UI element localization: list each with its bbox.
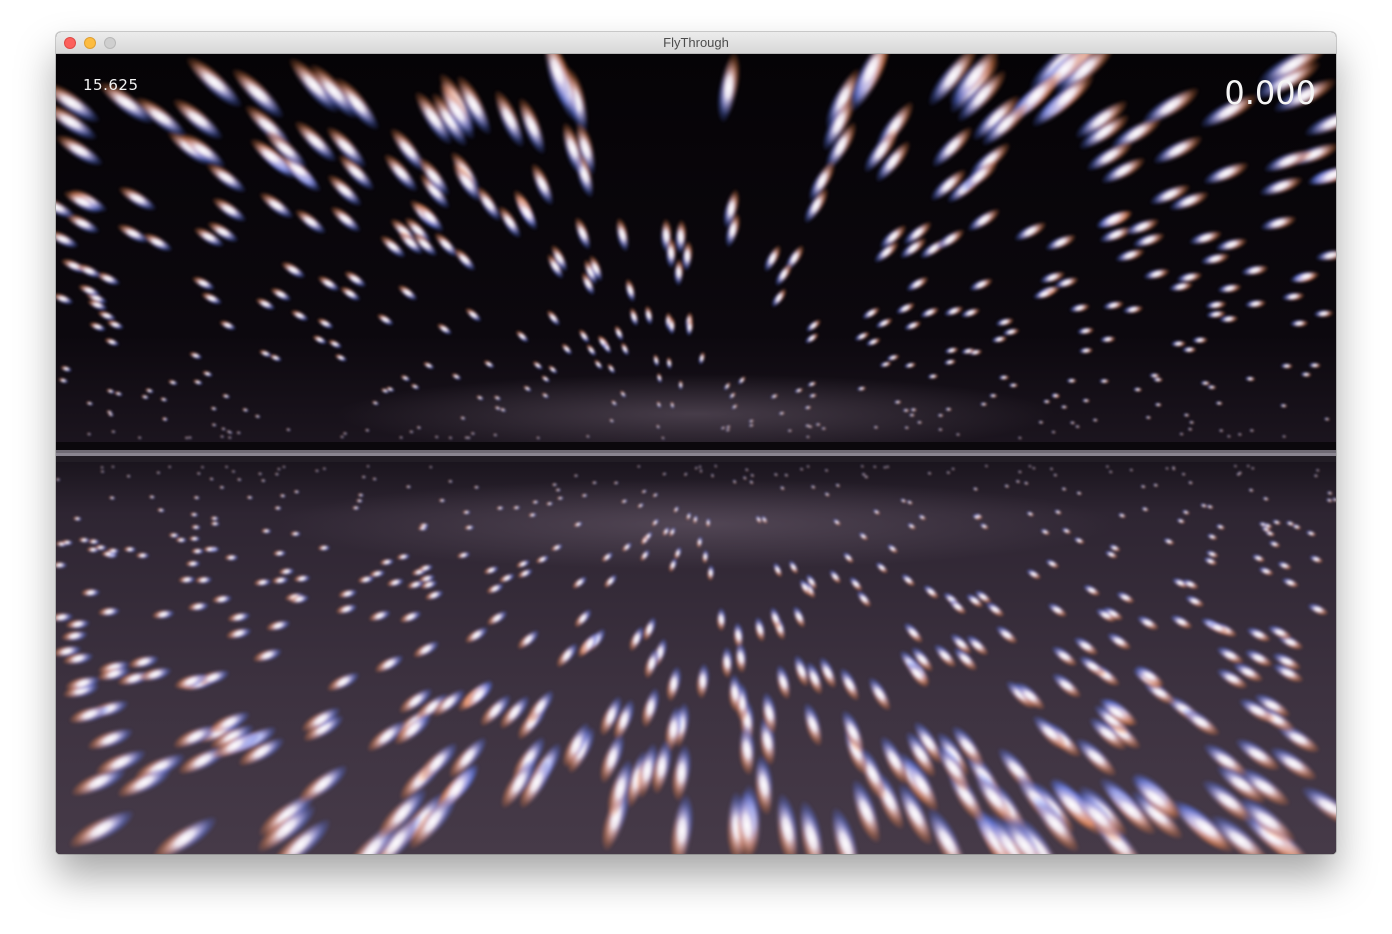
horizon-band-light <box>56 453 1336 456</box>
horizon-band-lower <box>56 456 1336 462</box>
render-viewport[interactable]: 15.625 0.000 <box>56 54 1336 854</box>
title-bar[interactable]: FlyThrough <box>56 32 1336 54</box>
position-readout: 0.000 <box>1224 74 1316 112</box>
horizon-band <box>56 450 1336 453</box>
flythrough-scene <box>56 54 1336 854</box>
window-title: FlyThrough <box>663 35 729 50</box>
frame-time-readout: 15.625 <box>83 76 139 94</box>
horizon-band-dark <box>56 442 1336 450</box>
app-window: FlyThrough 15.625 0.000 <box>56 32 1336 854</box>
